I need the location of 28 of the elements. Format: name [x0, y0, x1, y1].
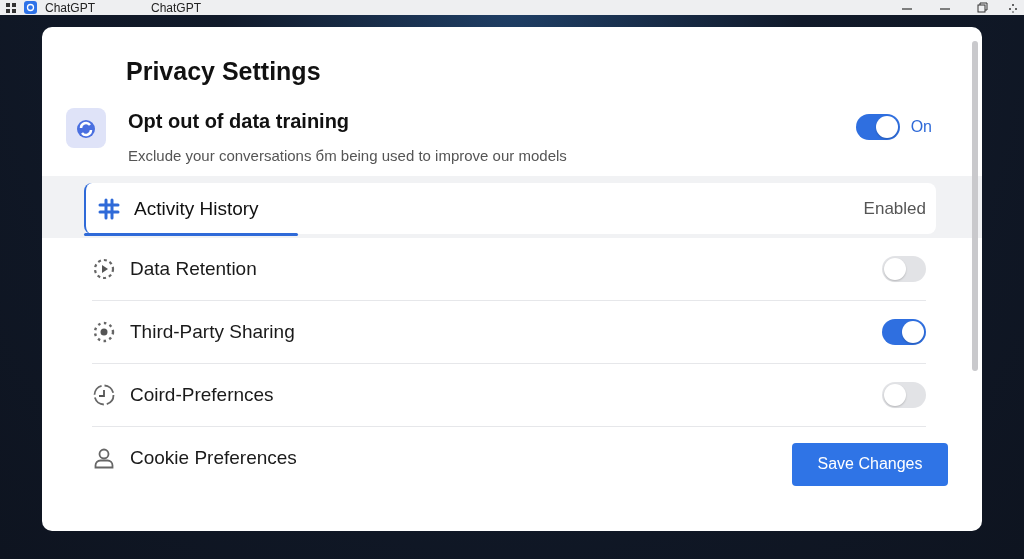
- app-logo-icon: [24, 1, 37, 14]
- app-name: ChatGPT: [45, 0, 95, 15]
- option-title: Opt out of data training: [128, 110, 351, 133]
- app-icon: [66, 108, 106, 148]
- clock-icon: [92, 383, 116, 407]
- option-description: Exclude your conversations бm being used to improve our models: [128, 147, 568, 164]
- activity-history-item[interactable]: Activity History Enabled: [84, 183, 936, 234]
- save-button[interactable]: Save Changes: [792, 442, 948, 486]
- setting-label: Cookie Preferences: [130, 447, 298, 469]
- tab-title[interactable]: ChatGPT: [151, 0, 202, 15]
- status-text: Enabled: [863, 198, 926, 219]
- item-label: Activity History: [134, 197, 260, 220]
- sparkle-icon[interactable]: [1008, 2, 1018, 13]
- page-title: Privacy Settings: [126, 57, 322, 86]
- dotted-circle-icon: [92, 320, 116, 344]
- toggle-switch[interactable]: [855, 114, 900, 140]
- grid-icon[interactable]: [6, 2, 16, 13]
- scrollbar[interactable]: [972, 41, 978, 371]
- toggle-switch[interactable]: [882, 256, 926, 282]
- setting-label: Coird-Prefernces: [130, 384, 275, 406]
- person-icon: [92, 446, 116, 470]
- setting-label: Data Retention: [130, 258, 258, 280]
- toggle-switch[interactable]: [882, 382, 926, 408]
- toggle-state-label: On: [910, 118, 932, 136]
- dotted-play-icon: [92, 257, 116, 281]
- setting-label: Third-Party Sharing: [130, 321, 296, 343]
- toggle-switch[interactable]: [882, 319, 926, 345]
- restore-icon[interactable]: [977, 2, 988, 13]
